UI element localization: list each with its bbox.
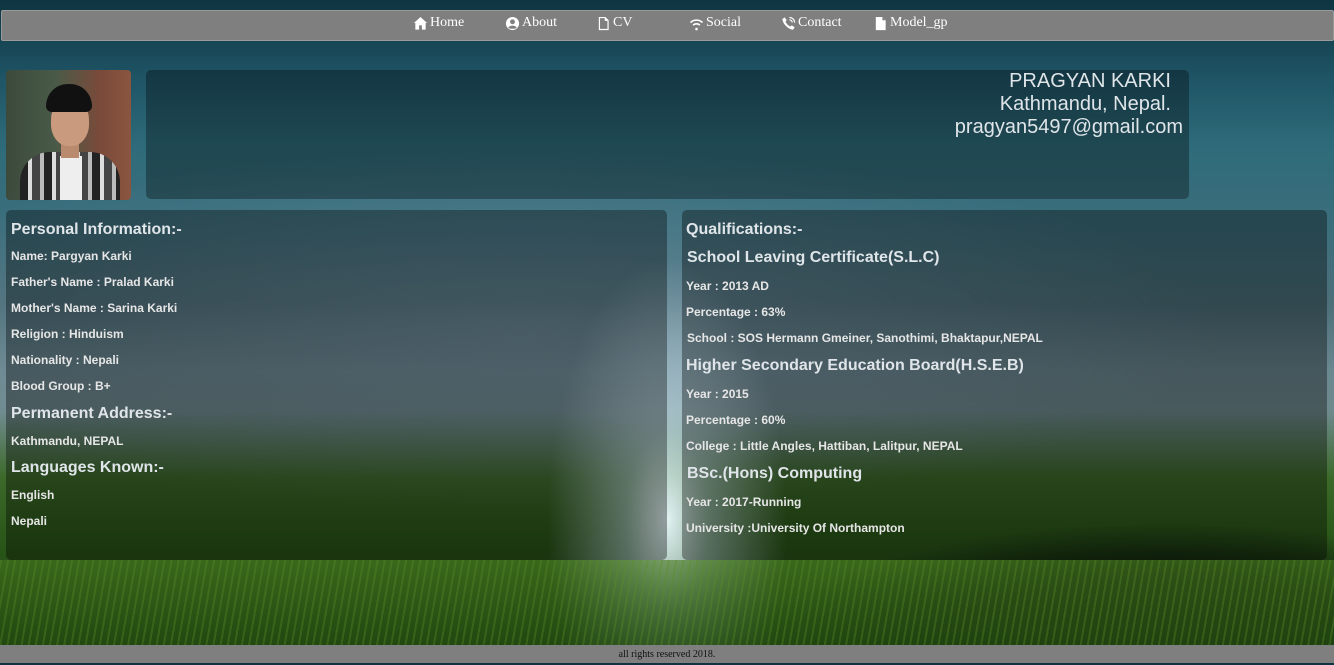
qualifications-heading: Qualifications:- (686, 221, 803, 238)
hseb-year: Year : 2015 (686, 387, 749, 401)
language-item: English (11, 488, 55, 502)
hseb-heading: Higher Secondary Education Board(H.S.E.B… (686, 357, 1024, 374)
nav-home-link[interactable]: Home (413, 15, 464, 31)
bsc-heading: BSc.(Hons) Computing (687, 465, 863, 482)
info-row: Nationality : Nepali (11, 353, 120, 367)
nav-contact-link[interactable]: Contact (781, 15, 842, 31)
file-icon (598, 16, 609, 30)
info-row: Blood Group : B+ (11, 379, 111, 393)
nav-social-label: Social (706, 15, 741, 30)
qualifications-panel: Qualifications:- School Leaving Certific… (682, 210, 1327, 560)
file-filled-icon (875, 16, 886, 30)
profile-name: PRAGYAN KARKI (1009, 70, 1171, 92)
personal-info-panel: Personal Information:- Name: Pargyan Kar… (6, 210, 667, 560)
footer-text: all rights reserved 2018. (618, 649, 716, 660)
wifi-icon (689, 18, 704, 30)
address-value: Kathmandu, NEPAL (11, 434, 124, 448)
contact-info: PRAGYAN KARKI Kathmandu, Nepal. pragyan5… (955, 70, 1183, 139)
nav-model-gp-link[interactable]: Model_gp (873, 15, 948, 31)
hseb-college: College : Little Angles, Hattiban, Lalit… (686, 439, 963, 453)
profile-avatar (6, 70, 131, 200)
header-panel: PRAGYAN KARKI Kathmandu, Nepal. pragyan5… (146, 70, 1189, 199)
user-circle-icon (505, 16, 520, 30)
personal-info-heading: Personal Information:- (11, 221, 182, 238)
nav-cv-label: CV (613, 15, 633, 30)
home-icon (413, 16, 428, 30)
nav-cv-link[interactable]: CV (596, 15, 632, 31)
phone-icon (782, 16, 796, 30)
footer: all rights reserved 2018. (0, 645, 1334, 663)
hseb-percentage: Percentage : 60% (686, 413, 786, 427)
nav-about-link[interactable]: About (505, 15, 557, 31)
slc-percentage: Percentage : 63% (686, 305, 786, 319)
info-row: Name: Pargyan Karki (11, 249, 132, 263)
top-navbar: Home About CV Social Contact Model_gp (1, 10, 1334, 41)
bsc-university: University :University Of Northampton (686, 521, 905, 535)
language-item: Nepali (11, 514, 48, 528)
nav-social-link[interactable]: Social (689, 15, 741, 31)
permanent-address-heading: Permanent Address:- (11, 405, 173, 422)
languages-heading: Languages Known:- (11, 459, 164, 476)
profile-email: pragyan5497@gmail.com (954, 116, 1183, 138)
slc-year: Year : 2013 AD (686, 279, 769, 293)
nav-about-label: About (522, 15, 557, 30)
nav-contact-label: Contact (798, 15, 842, 30)
nav-home-label: Home (430, 15, 465, 30)
nav-model-gp-label: Model_gp (890, 15, 948, 30)
slc-heading: School Leaving Certificate(S.L.C) (687, 249, 940, 266)
info-row: Father's Name : Pralad Karki (11, 275, 174, 289)
info-row: Religion : Hinduism (11, 327, 124, 341)
profile-location: Kathmandu, Nepal. (999, 93, 1171, 115)
info-row: Mother's Name : Sarina Karki (11, 301, 178, 315)
slc-school: School : SOS Hermann Gmeiner, Sanothimi,… (687, 331, 1043, 345)
bsc-year: Year : 2017-Running (686, 495, 802, 509)
